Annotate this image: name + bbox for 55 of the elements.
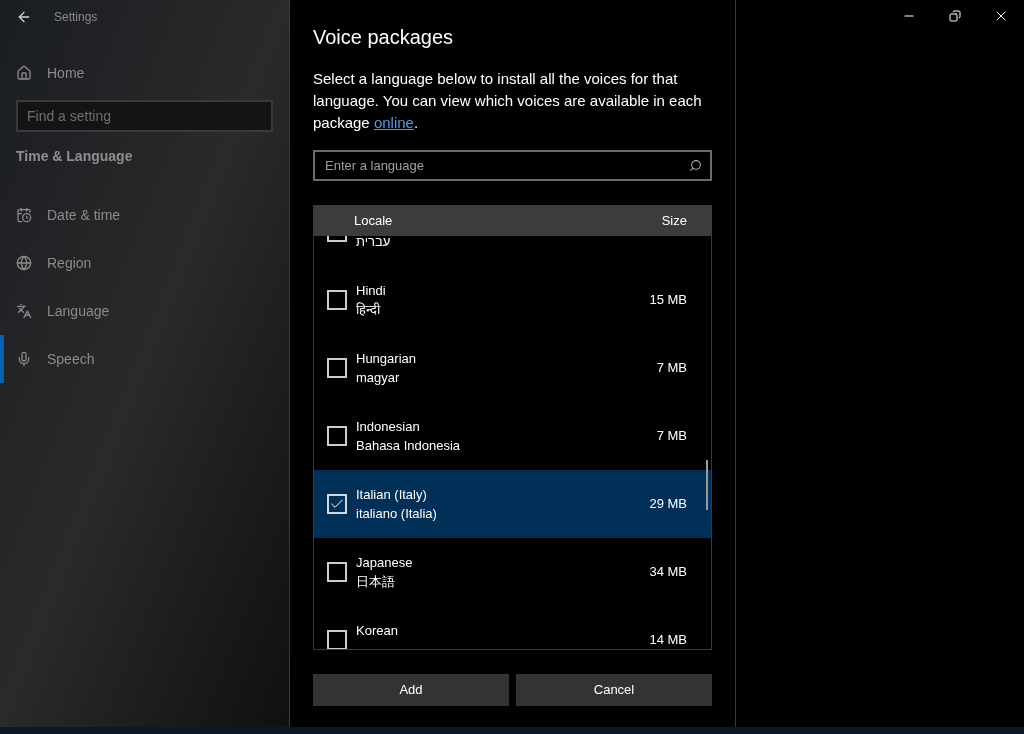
locale-row[interactable]: עברית [314,236,711,266]
package-size: 14 MB [649,631,687,649]
checkbox[interactable] [327,562,347,582]
dialog-button[interactable]: Add [313,674,509,706]
nav-item[interactable]: Home [0,55,289,91]
locale-row[interactable]: Korean 14 MB [314,606,711,649]
column-header: Locale [354,212,393,231]
native-name: italiano (Italia) [356,505,438,523]
locale-row[interactable]: Hindi हिन्दी 15 MB [314,266,711,334]
globe-icon [16,255,32,271]
locale-row[interactable]: Indonesian Bahasa Indonesia 7 MB [314,402,711,470]
native-name: עברית [356,236,392,251]
package-size: 34 MB [649,563,687,582]
locale-row[interactable]: Japanese 日本語 34 MB [314,538,711,606]
checkbox[interactable] [327,290,347,310]
native-name: magyar [356,369,401,387]
nav-item[interactable]: Region [0,239,289,287]
language-icon [16,303,32,319]
package-size: 7 MB [656,359,687,378]
language-name: Indonesian [356,418,421,436]
microphone-icon [16,351,32,367]
home-icon [16,65,32,81]
language-name: Korean [356,622,399,640]
native-name: 日本語 [356,573,396,591]
language-search-field[interactable]: Enter a language [313,150,712,181]
locale-row[interactable]: Italian (Italy) italiano (Italia) 29 MB [314,470,711,538]
section-heading: Time & Language [15,147,134,166]
language-name: Hungarian [356,350,417,368]
native-name: हिन्दी [356,301,382,319]
native-name: Bahasa Indonesia [356,437,462,455]
dialog-button[interactable]: Cancel [516,674,712,706]
checkbox[interactable] [327,630,347,649]
locale-row[interactable]: Hungarian magyar 7 MB [314,334,711,402]
language-name: Hindi [356,282,387,300]
language-name: Italian (Italy) [356,486,428,504]
restore-icon [949,10,961,22]
column-header: Size [661,212,687,231]
dialog-title: Voice packages [313,25,455,50]
nav-item[interactable]: Date & time [0,191,289,239]
search-icon[interactable] [689,159,702,172]
calendar-icon [16,207,32,223]
back-icon[interactable] [16,9,32,25]
app-title: Settings [54,9,98,26]
search-field[interactable]: Find a setting [16,100,273,132]
scrollbar-thumb[interactable] [706,460,708,510]
package-size: 29 MB [649,495,687,514]
package-size: 15 MB [649,291,687,310]
language-name: Japanese [356,554,414,572]
checkbox[interactable] [327,426,347,446]
checkbox[interactable] [327,358,347,378]
online-link[interactable]: online [373,114,414,131]
dialog-description: Select a language below to install all the voices for that language. You can view which voices are available in each package online. [313,69,703,133]
checkbox[interactable] [327,494,347,514]
nav-item[interactable]: Language [0,287,289,335]
package-size: 7 MB [656,427,687,446]
